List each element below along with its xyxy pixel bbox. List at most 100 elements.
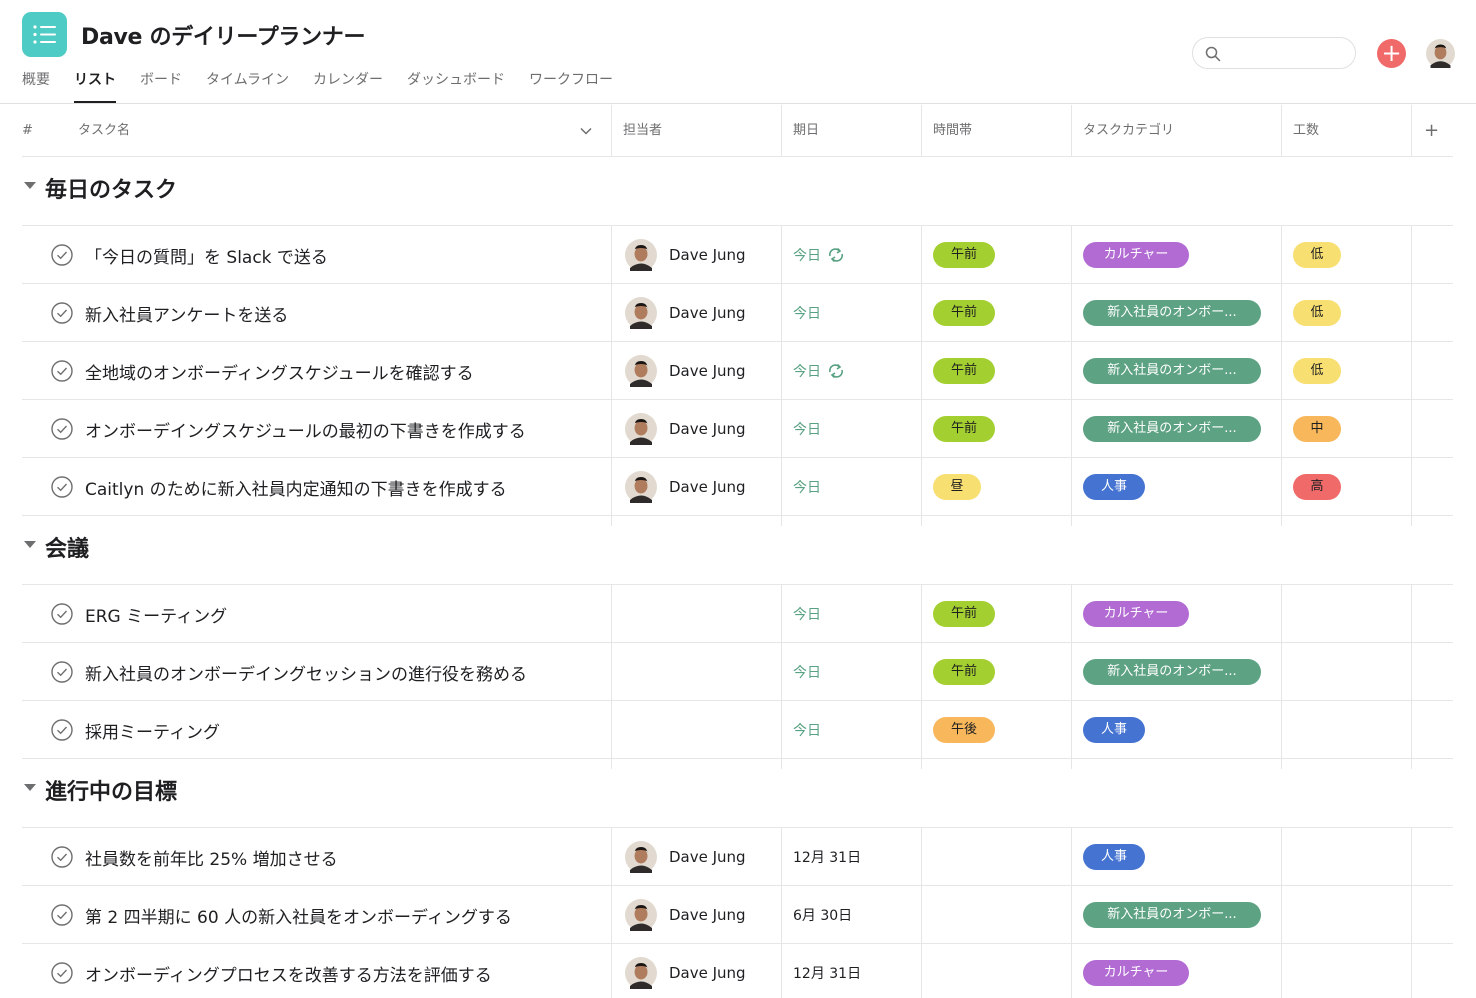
- task-row[interactable]: 社員数を前年比 25% 増加させる Dave Jung 12月 31日 人事: [22, 828, 1453, 886]
- tab-dashboard[interactable]: ダッシュボード: [407, 70, 505, 103]
- task-name[interactable]: オンボーディングプロセスを改善する方法を評価する: [85, 961, 492, 986]
- assignee[interactable]: Dave Jung: [625, 413, 746, 445]
- complete-check-icon[interactable]: [51, 418, 73, 440]
- caret-down-icon[interactable]: [24, 784, 36, 791]
- task-row[interactable]: オンボーディングプロセスを改善する方法を評価する Dave Jung 12月 31日…: [22, 944, 1453, 998]
- search-box[interactable]: [1192, 37, 1356, 69]
- task-row[interactable]: 新入社員アンケートを送る Dave Jung 今日 午前 新入社員のオンボー... 低: [22, 284, 1453, 342]
- complete-check-icon[interactable]: [51, 244, 73, 266]
- assignee[interactable]: Dave Jung: [625, 841, 746, 873]
- category-badge-hr[interactable]: 人事: [1083, 474, 1145, 500]
- category-badge-hr[interactable]: 人事: [1083, 844, 1145, 870]
- assignee[interactable]: Dave Jung: [625, 957, 746, 989]
- time-slot-badge-morning[interactable]: 午前: [933, 300, 995, 326]
- effort-badge-low[interactable]: 低: [1293, 242, 1341, 268]
- add-button[interactable]: +: [1377, 39, 1406, 68]
- category-badge-onboarding[interactable]: 新入社員のオンボー...: [1083, 300, 1261, 326]
- due-date[interactable]: 12月 31日: [793, 963, 861, 983]
- time-slot-badge-morning[interactable]: 午前: [933, 601, 995, 627]
- due-date[interactable]: 今日: [793, 604, 821, 624]
- due-date[interactable]: 今日: [793, 477, 821, 497]
- assignee[interactable]: Dave Jung: [625, 471, 746, 503]
- time-slot-badge-morning[interactable]: 午前: [933, 416, 995, 442]
- task-row[interactable]: Caitlyn のために新入社員内定通知の下書きを作成する Dave Jung 今日…: [22, 458, 1453, 516]
- task-row[interactable]: 第 2 四半期に 60 人の新入社員をオンボーディングする Dave Jung 6月…: [22, 886, 1453, 944]
- task-row[interactable]: 採用ミーティング 今日 午後 人事: [22, 701, 1453, 759]
- task-name[interactable]: 第 2 四半期に 60 人の新入社員をオンボーディングする: [85, 903, 512, 928]
- time-slot-badge-morning[interactable]: 午前: [933, 659, 995, 685]
- complete-check-icon[interactable]: [51, 302, 73, 324]
- complete-check-icon[interactable]: [51, 904, 73, 926]
- due-date[interactable]: 今日: [793, 419, 821, 439]
- due-date[interactable]: 今日: [793, 662, 821, 682]
- task-name[interactable]: ERG ミーティング: [85, 602, 227, 627]
- column-assignee[interactable]: 担当者: [623, 105, 662, 157]
- tab-calendar[interactable]: カレンダー: [313, 70, 383, 103]
- assignee[interactable]: Dave Jung: [625, 297, 746, 329]
- task-row[interactable]: ERG ミーティング 今日 午前 カルチャー: [22, 585, 1453, 643]
- category-badge-onboarding[interactable]: 新入社員のオンボー...: [1083, 416, 1261, 442]
- complete-check-icon[interactable]: [51, 846, 73, 868]
- task-name[interactable]: 全地域のオンボーディングスケジュールを確認する: [85, 359, 474, 384]
- category-badge-culture[interactable]: カルチャー: [1083, 601, 1189, 627]
- project-icon[interactable]: [22, 12, 67, 57]
- effort-badge-medium[interactable]: 中: [1293, 416, 1341, 442]
- task-row[interactable]: 「今日の質問」を Slack で送る Dave Jung 今日 午前 カルチャー 低: [22, 226, 1453, 284]
- section-header[interactable]: 進行中の目標: [22, 769, 622, 809]
- tab-list[interactable]: リスト: [74, 70, 116, 103]
- chevron-down-icon[interactable]: [580, 127, 592, 135]
- time-slot-badge-afternoon[interactable]: 午後: [933, 717, 995, 743]
- tab-overview[interactable]: 概要: [22, 70, 50, 103]
- add-column-button[interactable]: +: [1424, 105, 1439, 157]
- tab-timeline[interactable]: タイムライン: [206, 70, 289, 103]
- effort-badge-high[interactable]: 高: [1293, 474, 1341, 500]
- category-badge-culture[interactable]: カルチャー: [1083, 960, 1189, 986]
- assignee[interactable]: Dave Jung: [625, 239, 746, 271]
- task-name[interactable]: 新入社員アンケートを送る: [85, 301, 288, 326]
- complete-check-icon[interactable]: [51, 476, 73, 498]
- column-time-slot[interactable]: 時間帯: [933, 105, 972, 157]
- category-badge-onboarding[interactable]: 新入社員のオンボー...: [1083, 902, 1261, 928]
- task-name[interactable]: 新入社員のオンボーデイングセッションの進行役を務める: [85, 660, 527, 685]
- column-due-date[interactable]: 期日: [793, 105, 819, 157]
- category-badge-hr[interactable]: 人事: [1083, 717, 1145, 743]
- time-slot-badge-morning[interactable]: 午前: [933, 358, 995, 384]
- tab-workflow[interactable]: ワークフロー: [529, 70, 613, 103]
- complete-check-icon[interactable]: [51, 661, 73, 683]
- assignee[interactable]: Dave Jung: [625, 899, 746, 931]
- due-date[interactable]: 今日: [793, 245, 846, 265]
- section-header[interactable]: 毎日のタスク: [22, 167, 622, 207]
- tab-board[interactable]: ボード: [140, 70, 182, 103]
- complete-check-icon[interactable]: [51, 360, 73, 382]
- section-header[interactable]: 会議: [22, 526, 622, 566]
- task-name[interactable]: オンボーデイングスケジュールの最初の下書きを作成する: [85, 417, 526, 442]
- complete-check-icon[interactable]: [51, 962, 73, 984]
- task-name[interactable]: 社員数を前年比 25% 増加させる: [85, 845, 338, 870]
- task-name[interactable]: 「今日の質問」を Slack で送る: [85, 243, 328, 268]
- task-name[interactable]: 採用ミーティング: [85, 718, 220, 743]
- due-date[interactable]: 6月 30日: [793, 905, 852, 925]
- effort-badge-low[interactable]: 低: [1293, 300, 1341, 326]
- category-badge-onboarding[interactable]: 新入社員のオンボー...: [1083, 659, 1261, 685]
- due-date[interactable]: 今日: [793, 303, 821, 323]
- assignee[interactable]: Dave Jung: [625, 355, 746, 387]
- complete-check-icon[interactable]: [51, 603, 73, 625]
- category-badge-onboarding[interactable]: 新入社員のオンボー...: [1083, 358, 1261, 384]
- due-date[interactable]: 今日: [793, 361, 846, 381]
- column-task-category[interactable]: タスクカテゴリ: [1083, 105, 1174, 157]
- due-date[interactable]: 12月 31日: [793, 847, 861, 867]
- category-badge-culture[interactable]: カルチャー: [1083, 242, 1189, 268]
- complete-check-icon[interactable]: [51, 719, 73, 741]
- column-task-name[interactable]: タスク名: [78, 105, 130, 157]
- column-effort[interactable]: 工数: [1293, 105, 1319, 157]
- time-slot-badge-morning[interactable]: 午前: [933, 242, 995, 268]
- task-row[interactable]: オンボーデイングスケジュールの最初の下書きを作成する Dave Jung 今日 午前 新…: [22, 400, 1453, 458]
- due-date[interactable]: 今日: [793, 720, 821, 740]
- time-slot-badge-noon[interactable]: 昼: [933, 474, 981, 500]
- task-row[interactable]: 全地域のオンボーディングスケジュールを確認する Dave Jung 今日 午前 新入社員…: [22, 342, 1453, 400]
- task-name[interactable]: Caitlyn のために新入社員内定通知の下書きを作成する: [85, 475, 507, 500]
- caret-down-icon[interactable]: [24, 182, 36, 189]
- effort-badge-low[interactable]: 低: [1293, 358, 1341, 384]
- search-input[interactable]: [1227, 43, 1345, 63]
- user-avatar[interactable]: [1426, 39, 1455, 72]
